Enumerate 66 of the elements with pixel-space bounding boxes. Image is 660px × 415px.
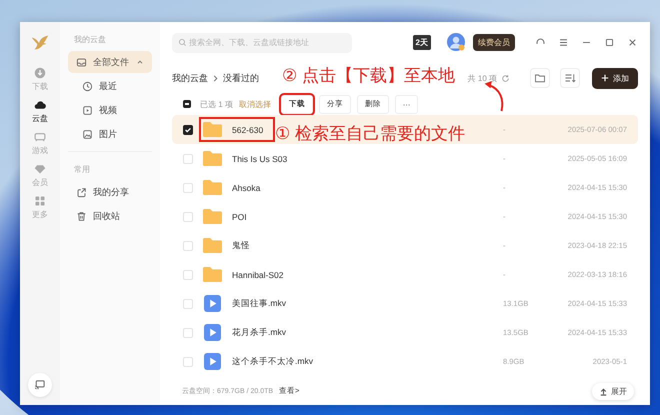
sort-icon — [564, 72, 576, 84]
breadcrumb-link[interactable]: 没看过的 — [223, 72, 259, 84]
cloud-icon — [34, 99, 46, 111]
file-name: 这个杀手不太冷.mkv — [232, 356, 313, 368]
image-icon — [82, 128, 93, 140]
file-name: 562-630 — [232, 124, 264, 134]
vip-renew-button[interactable]: 续费会员 — [473, 34, 515, 50]
share-icon — [76, 186, 87, 198]
days-badge: 2天 — [412, 34, 431, 50]
search-icon — [178, 38, 187, 46]
sidebar-item[interactable]: 我的分享 — [68, 181, 152, 203]
section-title: 常用 — [73, 164, 91, 176]
sidebar-item[interactable]: 回收站 — [68, 205, 152, 227]
chevron-icon — [136, 58, 144, 66]
sidebar-item[interactable]: 图片 — [68, 123, 152, 145]
annotation-text: ② 点击【下载】至本地 — [282, 65, 455, 87]
item-count: 共 10 项 — [468, 72, 497, 84]
file-name: 美国往事.mkv — [232, 298, 286, 310]
inbox-icon — [76, 56, 87, 68]
refresh-icon[interactable] — [501, 74, 510, 82]
download-icon — [34, 67, 46, 79]
avatar-icon[interactable] — [446, 32, 466, 52]
row-checkbox[interactable] — [183, 124, 193, 134]
file-name: Ahsoka — [232, 182, 260, 192]
menu-icon[interactable] — [558, 36, 569, 48]
file-name: 花月杀手.mkv — [232, 326, 286, 338]
sidebar-item[interactable]: 最近 — [68, 75, 152, 97]
diamond-icon — [34, 163, 46, 175]
file-name: This Is Us S03 — [232, 154, 288, 164]
video-file-icon — [203, 353, 222, 370]
close-icon[interactable] — [627, 36, 638, 48]
folder-icon — [203, 237, 222, 254]
upload-icon — [599, 386, 608, 396]
nav-rail-item[interactable]: 云盘 — [32, 99, 48, 124]
select-all-checkbox[interactable] — [183, 100, 191, 108]
sidebar-item[interactable]: 视频 — [68, 99, 152, 121]
video-file-icon — [203, 324, 222, 341]
file-name: POI — [232, 212, 247, 222]
folder-icon — [203, 179, 222, 196]
maximize-icon[interactable] — [604, 36, 615, 48]
folder-icon — [203, 150, 222, 167]
sidebar-item[interactable]: 全部文件 — [68, 51, 152, 73]
annotation-text: ① 检索至自己需要的文件 — [275, 123, 465, 145]
add-button[interactable]: 添加 — [592, 68, 638, 88]
chevron-right-icon — [212, 74, 219, 82]
plus-icon — [601, 74, 609, 82]
breadcrumb-link[interactable]: 我的云盘 — [172, 72, 208, 84]
folder-icon — [203, 208, 222, 225]
clock-icon — [82, 80, 93, 92]
file-name: 鬼怪 — [232, 240, 250, 252]
video-icon — [82, 104, 93, 116]
screen-cast-icon — [34, 379, 46, 391]
section-title: 我的云盘 — [73, 34, 107, 46]
apps-grid-icon — [34, 195, 46, 207]
search-field[interactable]: 搜索全网、下载、云盘或链接地址 — [172, 32, 352, 52]
screen-cast-button[interactable] — [28, 373, 52, 397]
new-folder-button[interactable] — [530, 68, 550, 88]
folder-icon — [203, 266, 222, 283]
expand-button[interactable]: 展开 — [592, 382, 634, 400]
selected-count: 已选 1 项 — [200, 98, 233, 110]
file-name: Hannibal-S02 — [232, 270, 284, 280]
folder-icon — [534, 72, 546, 84]
sort-button[interactable] — [560, 68, 580, 88]
folder-icon — [203, 121, 222, 138]
video-file-icon — [203, 295, 222, 312]
trash-icon — [76, 210, 87, 222]
